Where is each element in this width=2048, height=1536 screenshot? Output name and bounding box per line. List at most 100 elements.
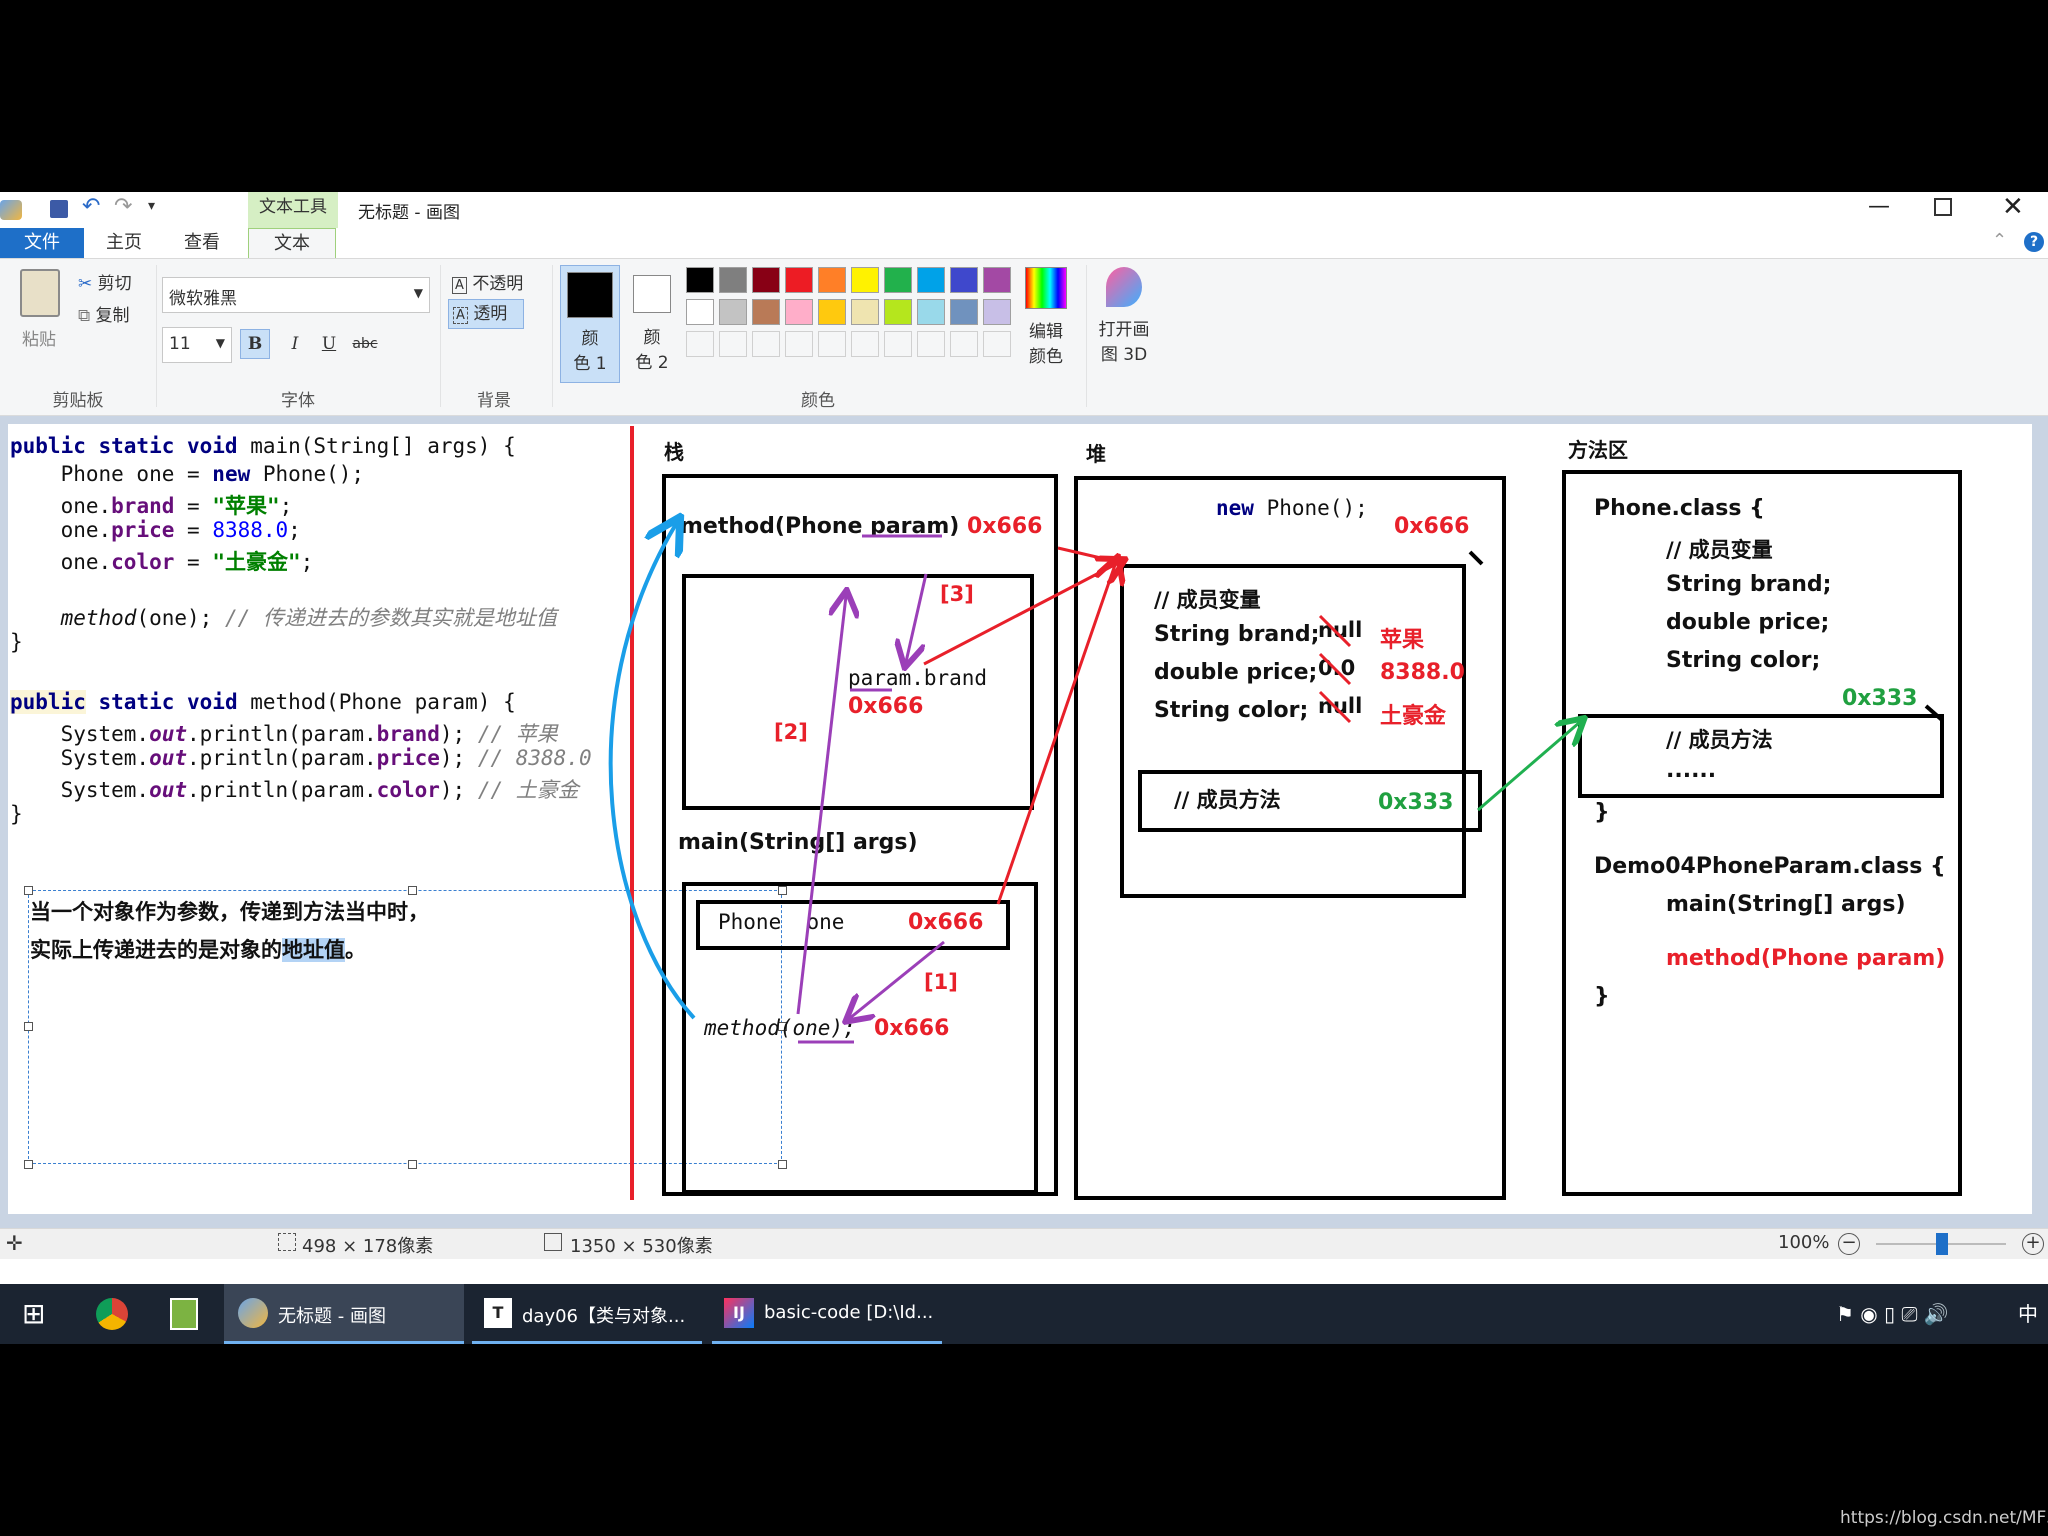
purple-arrow-2	[796, 596, 846, 1015]
color-swatch[interactable]	[950, 331, 978, 357]
color2-swatch	[633, 275, 671, 313]
color-swatch[interactable]	[785, 299, 813, 325]
tab-view[interactable]: 查看	[166, 228, 238, 258]
method-area-corner	[1924, 704, 1944, 722]
canvas-area: public static void main(String[] args) {…	[0, 416, 2048, 1228]
opaque-button[interactable]: A 不透明	[452, 269, 523, 294]
color-swatch[interactable]	[785, 267, 813, 293]
restore-icon[interactable]	[1934, 198, 1952, 216]
color-swatch[interactable]	[818, 267, 846, 293]
undo-icon[interactable]: ↶	[82, 194, 100, 219]
font-group-label: 字体	[281, 391, 315, 411]
taskbar-idea-label: basic-code [D:\Id...	[764, 1302, 934, 1323]
font-family-select[interactable]: 微软雅黑 ▼	[162, 277, 430, 313]
transparent-icon: A	[453, 307, 468, 324]
color-swatch[interactable]	[818, 331, 846, 357]
tray-icons[interactable]: ⚑ ◉ ▯ ⎚ 🔊	[1836, 1284, 1949, 1344]
color-swatch[interactable]	[851, 331, 879, 357]
taskbar: ⊞ 无标题 - 画图 T day06【类与对象... IJ basic-code…	[0, 1284, 2048, 1344]
chrome-icon[interactable]	[96, 1298, 128, 1330]
color-swatch[interactable]	[818, 299, 846, 325]
windows-start-icon[interactable]: ⊞	[22, 1284, 45, 1344]
font-size-select[interactable]: 11 ▼	[162, 327, 232, 363]
underline-button[interactable]: U	[314, 329, 344, 359]
color-swatch[interactable]	[752, 299, 780, 325]
color-swatch[interactable]	[752, 331, 780, 357]
red-arrow-2	[923, 562, 1120, 666]
clipboard-group-label: 剪贴板	[52, 391, 104, 411]
color2-button[interactable]: 颜 色 2	[622, 265, 682, 383]
color-swatch[interactable]	[719, 267, 747, 293]
opaque-icon: A	[452, 277, 467, 294]
paint3d-label-2: 图 3D	[1100, 345, 1148, 365]
paste-button[interactable]: 粘贴	[16, 269, 62, 350]
color-swatch[interactable]	[686, 331, 714, 357]
color-swatch[interactable]	[686, 299, 714, 325]
ime-indicator[interactable]: 中	[2018, 1284, 2038, 1344]
color-swatch[interactable]	[851, 267, 879, 293]
strikethrough-button[interactable]: abc	[348, 329, 382, 359]
close-icon[interactable]: ✕	[2002, 192, 2024, 222]
tab-file[interactable]: 文件	[0, 228, 84, 258]
color-swatch[interactable]	[719, 331, 747, 357]
strike-color	[1318, 690, 1352, 724]
italic-button[interactable]: I	[280, 329, 310, 359]
strike-price	[1318, 652, 1352, 686]
color-swatch[interactable]	[950, 267, 978, 293]
paint3d-label: 打开画	[1098, 320, 1150, 340]
tab-home[interactable]: 主页	[88, 228, 160, 258]
color-swatch[interactable]	[884, 299, 912, 325]
font-size-value: 11	[169, 334, 191, 354]
color-swatch[interactable]	[752, 267, 780, 293]
image-size-icon	[544, 1233, 562, 1251]
notepad-icon[interactable]	[170, 1298, 198, 1330]
purple-arrow-3	[906, 573, 928, 662]
taskbar-idea[interactable]: IJ basic-code [D:\Id...	[712, 1284, 942, 1344]
help-icon[interactable]: ?	[2024, 232, 2044, 252]
taskbar-paint[interactable]: 无标题 - 画图	[224, 1284, 464, 1344]
edit-colors-button[interactable]: 编辑 颜色	[1018, 267, 1074, 367]
zoom-in-icon[interactable]: +	[2022, 1233, 2044, 1255]
color-swatch[interactable]	[884, 267, 912, 293]
color-swatch[interactable]	[851, 299, 879, 325]
color-swatch[interactable]	[983, 267, 1011, 293]
zoom-out-icon[interactable]: −	[1838, 1233, 1860, 1255]
paint-app-icon[interactable]	[0, 200, 22, 220]
bold-button[interactable]: B	[240, 329, 270, 359]
transparent-button[interactable]: A 透明	[448, 299, 524, 329]
chevron-down-icon: ▼	[413, 286, 423, 300]
open-paint3d-button[interactable]: 打开画 图 3D	[1092, 267, 1156, 365]
color-swatch[interactable]	[983, 331, 1011, 357]
color-swatch[interactable]	[785, 331, 813, 357]
color1-button[interactable]: 颜 色 1	[560, 265, 620, 383]
color-swatch[interactable]	[917, 267, 945, 293]
drawing-canvas[interactable]: public static void main(String[] args) {…	[8, 424, 2032, 1214]
minimize-icon[interactable]: —	[1868, 194, 1890, 219]
red-arrow-3	[1057, 546, 1119, 564]
quick-access-dropdown-icon[interactable]: ▾	[148, 198, 155, 214]
color-swatch[interactable]	[686, 267, 714, 293]
zoom-slider-thumb[interactable]	[1936, 1233, 1948, 1255]
paint-window: ↶ ↷ ▾ 文本工具 无标题 - 画图 — ✕ 文件 主页 查看 文本 ⌃ ? …	[0, 192, 2048, 1284]
color-swatch[interactable]	[884, 331, 912, 357]
color-swatch[interactable]	[719, 299, 747, 325]
save-icon[interactable]	[50, 200, 68, 218]
color-swatch[interactable]	[983, 299, 1011, 325]
copy-button[interactable]: ⧉ 复制	[78, 301, 130, 326]
color-swatch[interactable]	[917, 299, 945, 325]
redo-icon[interactable]: ↷	[114, 194, 132, 219]
move-icon: ✛	[6, 1231, 23, 1255]
copy-label: 复制	[95, 306, 130, 326]
collapse-ribbon-icon[interactable]: ⌃	[1992, 230, 2007, 251]
rainbow-icon	[1025, 267, 1067, 309]
tab-text[interactable]: 文本	[248, 228, 336, 258]
color-swatch[interactable]	[917, 331, 945, 357]
taskbar-typora[interactable]: T day06【类与对象...	[472, 1284, 702, 1344]
ribbon: 粘贴 ✂ 剪切 ⧉ 复制 剪贴板 微软雅黑 ▼ 11 ▼ B I U abc 字…	[0, 259, 2048, 416]
divider	[552, 265, 553, 407]
blue-call-arrow	[608, 524, 696, 1020]
font-family-value: 微软雅黑	[169, 289, 237, 309]
color-swatch[interactable]	[950, 299, 978, 325]
cut-button[interactable]: ✂ 剪切	[78, 269, 132, 294]
image-size: 1350 × 530像素	[570, 1236, 713, 1257]
